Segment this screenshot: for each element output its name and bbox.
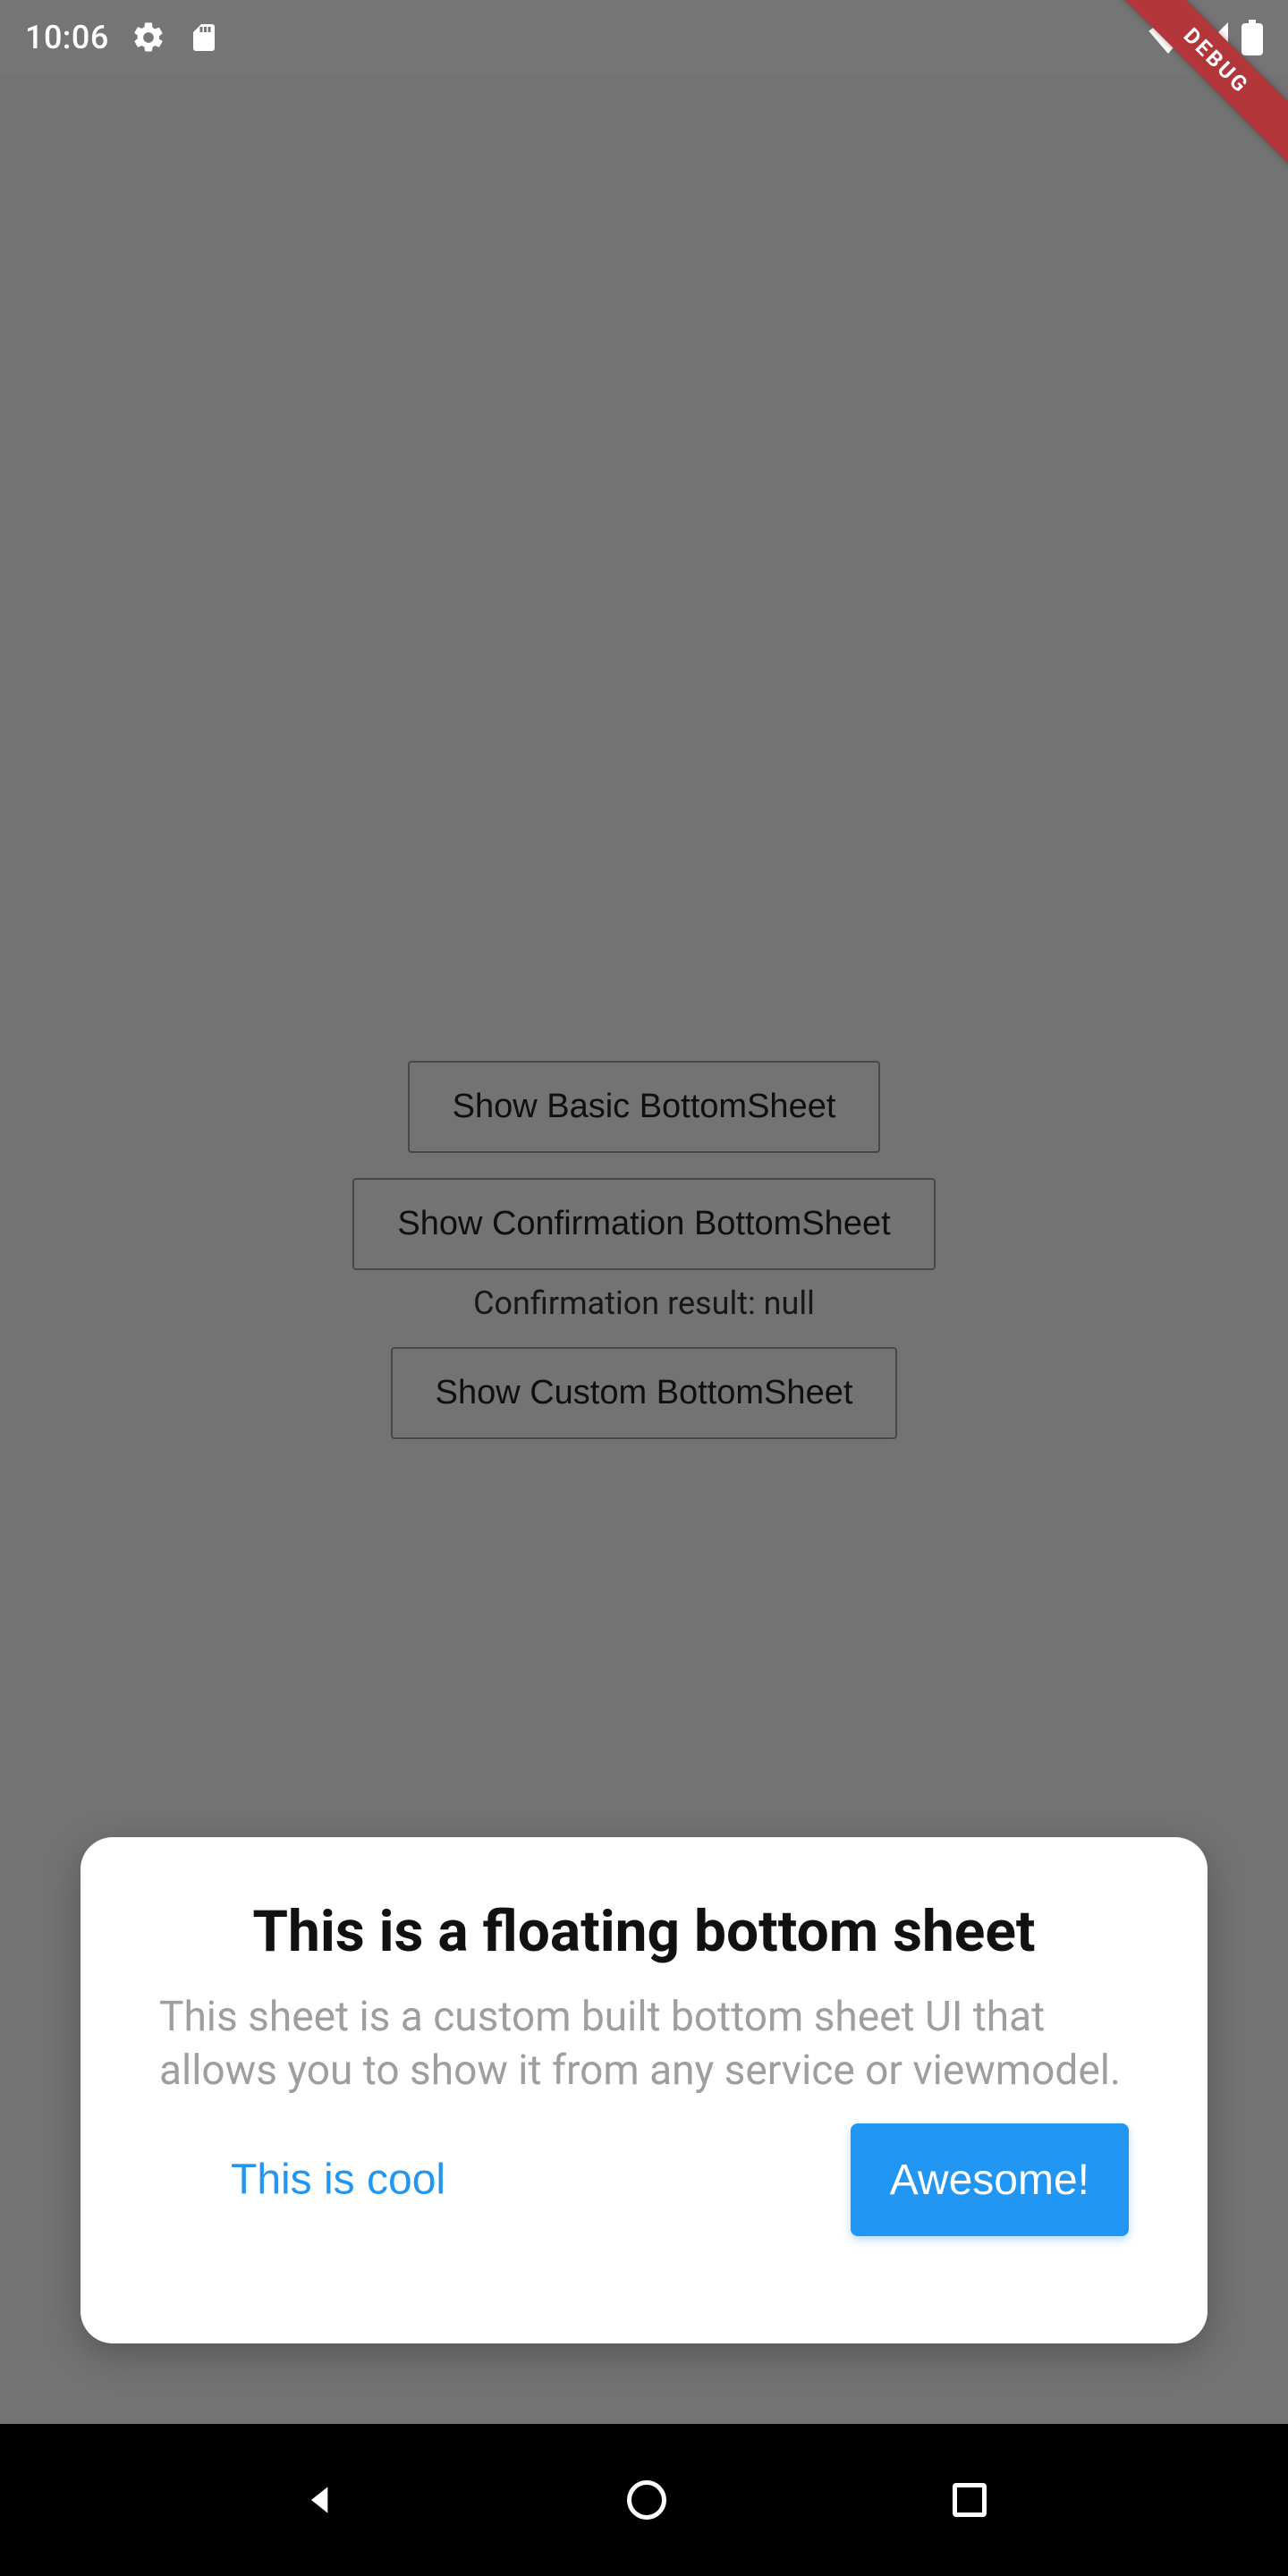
this-is-cool-button[interactable]: This is cool	[209, 2145, 467, 2216]
floating-bottom-sheet: This is a floating bottom sheet This she…	[80, 1837, 1208, 2343]
sd-card-icon	[188, 21, 220, 54]
sheet-body: This sheet is a custom built bottom shee…	[159, 1991, 1129, 2098]
status-clock: 10:06	[25, 19, 109, 56]
app-screen: Show Basic BottomSheet Show Confirmation…	[0, 75, 1288, 2424]
sheet-actions: This is cool Awesome!	[159, 2123, 1129, 2236]
system-nav-bar	[0, 2424, 1288, 2576]
nav-recent-icon[interactable]	[953, 2483, 987, 2517]
status-bar: 10:06	[0, 0, 1288, 75]
battery-icon	[1241, 20, 1263, 55]
nav-home-icon[interactable]	[627, 2480, 666, 2520]
sheet-title: This is a floating bottom sheet	[159, 1898, 1129, 1967]
settings-icon	[131, 20, 166, 55]
awesome-button[interactable]: Awesome!	[851, 2123, 1129, 2236]
nav-back-icon[interactable]	[301, 2480, 341, 2520]
